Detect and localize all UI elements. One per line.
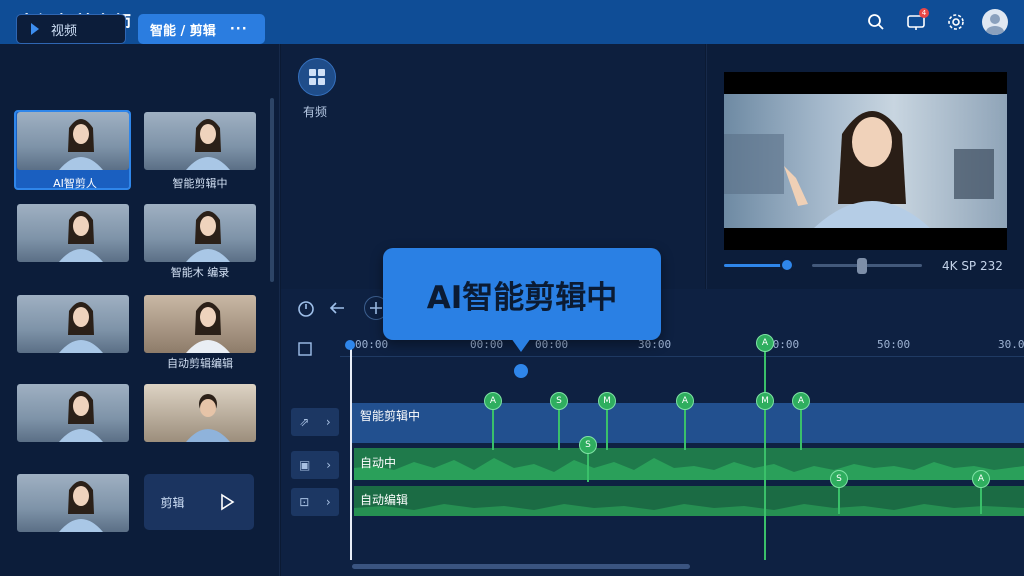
playhead[interactable] [350,344,352,560]
timeline-marker[interactable]: M [598,392,616,410]
grid-icon[interactable] [298,58,336,96]
media-thumb[interactable] [144,112,256,170]
media-thumb[interactable] [144,204,256,262]
marker-line [800,408,802,450]
timer-icon[interactable] [296,298,316,318]
tab-video-label: 视频 [51,23,78,39]
media-thumb[interactable] [17,112,129,170]
user-avatar[interactable] [982,9,1008,35]
image-icon: ⊡ [299,495,310,509]
play-icon [221,493,235,511]
thumb-label: AI智剪人 [53,177,97,190]
marker-line [606,408,608,450]
marker-line [684,408,686,450]
clip-label: 自动编辑 [360,493,409,507]
more-icon[interactable]: ··· [230,22,248,37]
clip-label: 智能剪辑中 [360,409,421,423]
timeline-marker[interactable]: A [972,470,990,488]
thumb-label: 智能木 编录 [170,266,230,279]
notification-badge: 4 [919,8,929,18]
timeline-marker[interactable]: S [579,436,597,454]
ruler-label: 00:00 [355,338,389,351]
timeline-marker[interactable]: A [484,392,502,410]
playback-progress-knob[interactable] [780,258,794,272]
tooltip-anchor [514,364,528,378]
tab-video[interactable]: 视频 [16,14,126,44]
track-header-2[interactable]: ▣ › [291,451,339,479]
media-thumb[interactable] [17,204,129,262]
media-thumb[interactable] [144,295,256,353]
track-header-3[interactable]: ⊡ › [291,488,339,516]
marker-line [558,408,560,450]
tab-smart-edit[interactable]: 智能 / 剪辑 ··· [138,14,265,44]
play-card[interactable]: 剪辑 [144,474,254,530]
search-icon[interactable] [862,8,890,36]
tab-smart-label: 智能 / 剪辑 [150,23,216,39]
chevron-right-icon: › [326,458,332,472]
chevron-right-icon: › [325,415,331,429]
ruler-label: 30.0 [998,338,1024,351]
playhead-knob[interactable] [345,340,355,350]
crop-icon[interactable] [296,340,314,358]
volume-knob[interactable] [857,258,867,274]
timeline-marker[interactable]: S [830,470,848,488]
timeline-marker[interactable]: A [756,334,774,352]
clip-label: 自动中 [360,456,397,470]
media-thumb[interactable] [17,295,129,353]
timeline-marker[interactable]: S [550,392,568,410]
tooltip-tail [511,338,531,352]
track-audio-2[interactable] [354,486,1024,516]
chevron-right-icon: › [325,495,331,509]
media-thumb[interactable] [17,474,129,532]
thumb-label: 智能剪辑中 [172,177,228,190]
play-card-label: 剪辑 [160,495,185,510]
grid-label: 有频 [303,105,328,119]
share-icon: ⇗ [299,415,310,429]
timeline-scrollbar[interactable] [352,564,690,569]
notification-icon[interactable]: 4 [902,8,930,36]
ai-tooltip: AI智能剪辑中 [383,248,661,340]
camera-icon: ▣ [298,458,311,472]
ruler-label: 50:00 [877,338,911,351]
preview-video[interactable] [724,94,1007,228]
media-thumb[interactable] [17,384,129,442]
marker-line [492,408,494,450]
marker-line [764,344,766,560]
back-arrow-icon[interactable] [328,298,348,318]
timeline-marker[interactable]: M [756,392,774,410]
media-thumb[interactable] [144,384,256,442]
gear-icon[interactable] [942,8,970,36]
track-audio-1[interactable] [354,448,1024,480]
thumb-label: 自动剪辑编辑 [167,357,233,370]
volume-track[interactable] [812,264,922,267]
play-icon [31,23,39,35]
timeline-marker[interactable]: A [676,392,694,410]
resolution-text: 4K SP 232 [942,259,1003,273]
timeline-marker[interactable]: A [792,392,810,410]
track-header-1[interactable]: ⇗ › [291,408,339,436]
media-scrollbar[interactable] [270,98,274,282]
